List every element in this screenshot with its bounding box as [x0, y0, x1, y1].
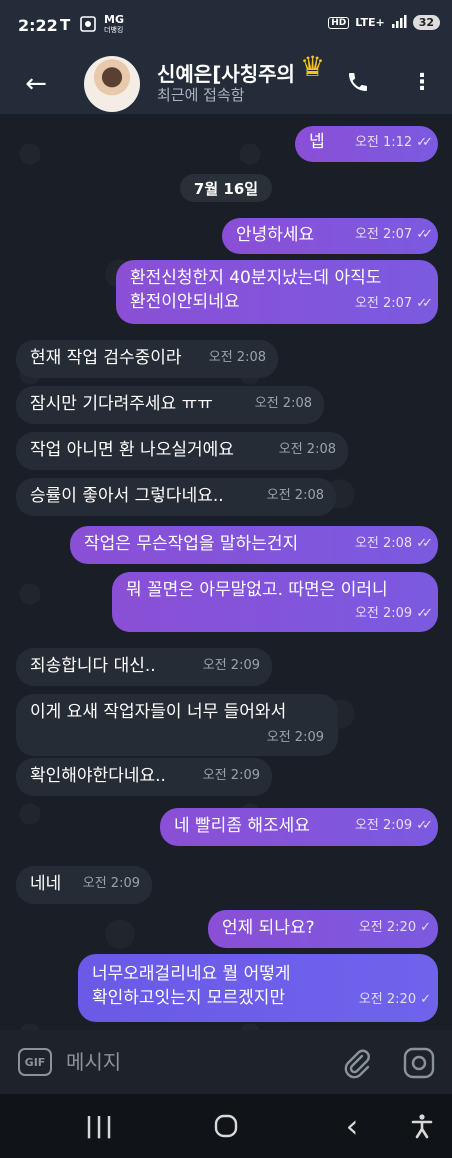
sent-check-icon: ✓ [420, 992, 431, 1007]
message-time: 오전 2:20 ✓ [358, 920, 431, 935]
message-bubble-incoming[interactable]: 승률이 좋아서 그렇다네요.. 오전 2:08 [16, 478, 336, 516]
message-time: 오전 2:07 ✓✓ [354, 296, 433, 311]
read-checks-icon: ✓✓ [416, 606, 433, 621]
read-checks-icon: ✓✓ [416, 536, 433, 551]
chat-area[interactable]: 넵 오전 1:12 ✓✓ 7월 16일 안녕하세요 오전 2:07 ✓✓ 환전신청한… [0, 114, 452, 1030]
read-checks-icon: ✓✓ [416, 296, 433, 311]
status-time: 2:22 [18, 16, 58, 35]
message-bubble-incoming[interactable]: 현재 작업 검수중이라 오전 2:08 [16, 340, 278, 378]
message-time: 오전 2:08 [278, 442, 336, 457]
message-text: 넵 [309, 132, 325, 152]
attach-button[interactable] [340, 1046, 374, 1080]
t-carrier-icon: T [60, 16, 71, 34]
message-text: 언제 되나요? [222, 918, 315, 938]
chat-header: ← 신예은[사칭주의 ♛ 최근에 접속함 ⋮ [0, 50, 452, 114]
message-bubble-incoming[interactable]: 잠시만 기다려주세요 ㅠㅠ 오전 2:08 [16, 386, 324, 424]
more-menu-button[interactable]: ⋮ [404, 64, 440, 100]
message-bubble-incoming[interactable]: 죄송합니다 대신.. 오전 2:09 [16, 648, 272, 686]
message-bubble-incoming[interactable]: 이게 요새 작업자들이 너무 들어와서 오전 2:09 [16, 694, 338, 756]
recents-button[interactable]: ||| [80, 1110, 120, 1142]
avatar[interactable] [84, 56, 140, 112]
home-icon [214, 1114, 238, 1138]
mg-label: MG [104, 13, 124, 26]
message-text: 죄송합니다 대신.. [30, 656, 156, 676]
message-time: 오전 2:09 [82, 876, 140, 891]
phone-call-button[interactable] [340, 64, 376, 100]
sent-check-icon: ✓ [420, 920, 431, 935]
read-checks-icon: ✓✓ [416, 135, 433, 150]
message-text: 작업 아니면 환 나오실거에요 [30, 440, 234, 460]
gif-button[interactable]: GIF [18, 1048, 52, 1076]
message-text: 현재 작업 검수중이라 [30, 348, 182, 368]
message-time: 오전 2:09 [266, 730, 324, 745]
screen-record-icon [80, 16, 96, 36]
message-bubble-incoming[interactable]: 작업 아니면 환 나오실거에요 오전 2:08 [16, 432, 348, 470]
hd-voice-icon: HD [328, 16, 350, 29]
message-bubble-outgoing[interactable]: 네 빨리좀 해조세요 오전 2:09 ✓✓ [160, 808, 438, 846]
battery-icon: 32 [412, 15, 440, 30]
message-text: 승률이 좋아서 그렇다네요.. [30, 486, 224, 506]
message-text: 이게 요새 작업자들이 너무 들어와서 [30, 702, 287, 722]
mg-sub-label: 더뱅킹 [104, 26, 124, 34]
message-input-bar: GIF 메시지 [0, 1030, 452, 1094]
read-checks-icon: ✓✓ [416, 818, 433, 833]
message-time: 오전 2:07 ✓✓ [354, 227, 433, 242]
message-input[interactable]: 메시지 [66, 1046, 121, 1075]
crown-icon: ♛ [300, 50, 326, 83]
message-text: 네 빨리좀 해조세요 [174, 816, 310, 836]
camera-button[interactable] [402, 1046, 436, 1080]
message-time: 오전 1:12 ✓✓ [354, 135, 433, 150]
date-separator: 7월 16일 [180, 174, 272, 202]
back-button[interactable]: ← [14, 62, 58, 106]
message-text-line: 너무오래걸리네요 뭘 어떻게 [92, 964, 291, 984]
nav-back-button[interactable]: ‹ [332, 1107, 372, 1145]
message-bubble-incoming[interactable]: 확인해야한다네요.. 오전 2:09 [16, 758, 272, 796]
message-bubble-outgoing[interactable]: 너무오래걸리네요 뭘 어떻게 확인하고잇는지 모르겠지만 오전 2:20 ✓ [78, 954, 438, 1022]
message-text: 작업은 무슨작업을 말하는건지 [84, 534, 299, 554]
message-time: 오전 2:09 ✓✓ [354, 606, 433, 621]
message-text: 확인해야한다네요.. [30, 766, 166, 786]
message-bubble-outgoing[interactable]: 넵 오전 1:12 ✓✓ [295, 126, 438, 162]
message-bubble-outgoing[interactable]: 작업은 무슨작업을 말하는건지 오전 2:08 ✓✓ [70, 526, 438, 564]
message-bubble-outgoing[interactable]: 환전신청한지 40분지났는데 아직도 환전이안되네요 오전 2:07 ✓✓ [116, 260, 438, 324]
signal-icon [391, 14, 407, 31]
message-time: 오전 2:08 ✓✓ [354, 536, 433, 551]
last-seen-status: 최근에 접속함 [157, 86, 245, 104]
phone-icon [349, 73, 367, 91]
read-checks-icon: ✓✓ [416, 227, 433, 242]
message-time: 오전 2:09 [202, 658, 260, 673]
message-text: 네네 [30, 874, 62, 894]
message-time: 오전 2:09 ✓✓ [354, 818, 433, 833]
home-button[interactable] [206, 1110, 246, 1142]
network-label: LTE+ [355, 16, 385, 29]
message-time: 오전 2:08 [254, 396, 312, 411]
accessibility-icon [411, 1114, 433, 1139]
message-time: 오전 2:08 [266, 488, 324, 503]
message-bubble-outgoing[interactable]: 뭐 꼴면은 아무말없고. 따면은 이러니 오전 2:09 ✓✓ [112, 572, 438, 632]
message-text: 안녕하세요 [236, 225, 315, 245]
message-bubble-outgoing[interactable]: 안녕하세요 오전 2:07 ✓✓ [222, 218, 438, 254]
accessibility-button[interactable] [402, 1110, 442, 1142]
instant-camera-icon [403, 1047, 435, 1079]
status-bar: 2:22 T MG 더뱅킹 HD LTE+ 32 [0, 0, 452, 56]
message-bubble-outgoing[interactable]: 언제 되나요? 오전 2:20 ✓ [208, 910, 438, 948]
message-text: 뭐 꼴면은 아무말없고. 따면은 이러니 [126, 580, 388, 600]
paperclip-icon [344, 1049, 370, 1079]
mg-bank-notification: MG 더뱅킹 [104, 13, 124, 35]
message-text: 잠시만 기다려주세요 ㅠㅠ [30, 394, 213, 414]
system-nav-bar: ||| ‹ [0, 1094, 452, 1158]
message-text-line: 환전신청한지 40분지났는데 아직도 [130, 268, 382, 288]
message-bubble-incoming[interactable]: 네네 오전 2:09 [16, 866, 152, 904]
message-time: 오전 2:20 ✓ [358, 992, 431, 1007]
status-right: HD LTE+ 32 [328, 14, 440, 31]
message-time: 오전 2:08 [208, 350, 266, 365]
message-time: 오전 2:09 [202, 768, 260, 783]
